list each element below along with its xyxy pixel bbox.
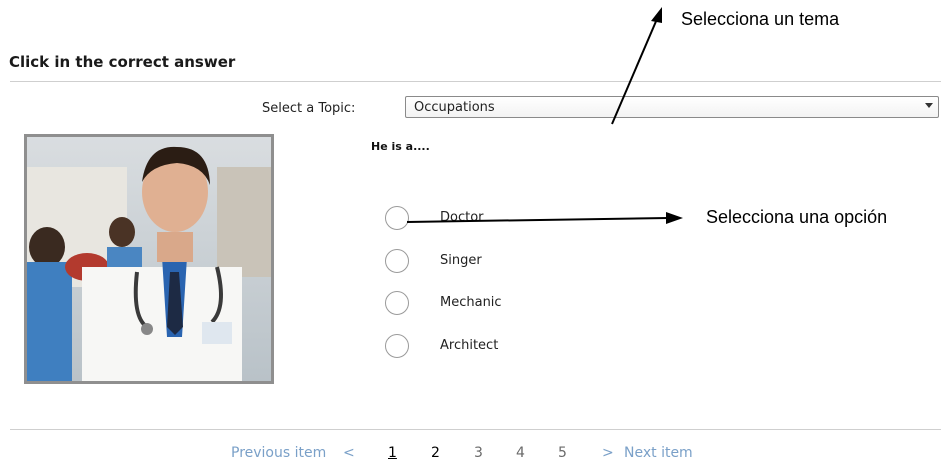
option-arrowhead-icon: [666, 212, 683, 224]
next-arrow[interactable]: >: [602, 445, 614, 461]
option-arrow-line: [406, 217, 669, 223]
topic-arrow-line: [611, 18, 658, 125]
page-link-3[interactable]: 3: [474, 445, 483, 461]
page-link-4[interactable]: 4: [516, 445, 525, 461]
previous-item-link[interactable]: Previous item: [231, 445, 326, 461]
next-item-link[interactable]: Next item: [624, 445, 693, 461]
annotation-option-note: Selecciona una opción: [706, 207, 888, 227]
page-link-5[interactable]: 5: [558, 445, 567, 461]
annotation-arrows: [406, 7, 683, 224]
footer-divider: [10, 429, 941, 430]
previous-arrow[interactable]: <: [343, 445, 355, 461]
topic-arrowhead-icon: [651, 7, 662, 23]
page-link-2[interactable]: 2: [431, 445, 440, 461]
annotation-topic-note: Selecciona un tema: [681, 9, 840, 29]
page-link-1[interactable]: 1: [388, 445, 397, 461]
